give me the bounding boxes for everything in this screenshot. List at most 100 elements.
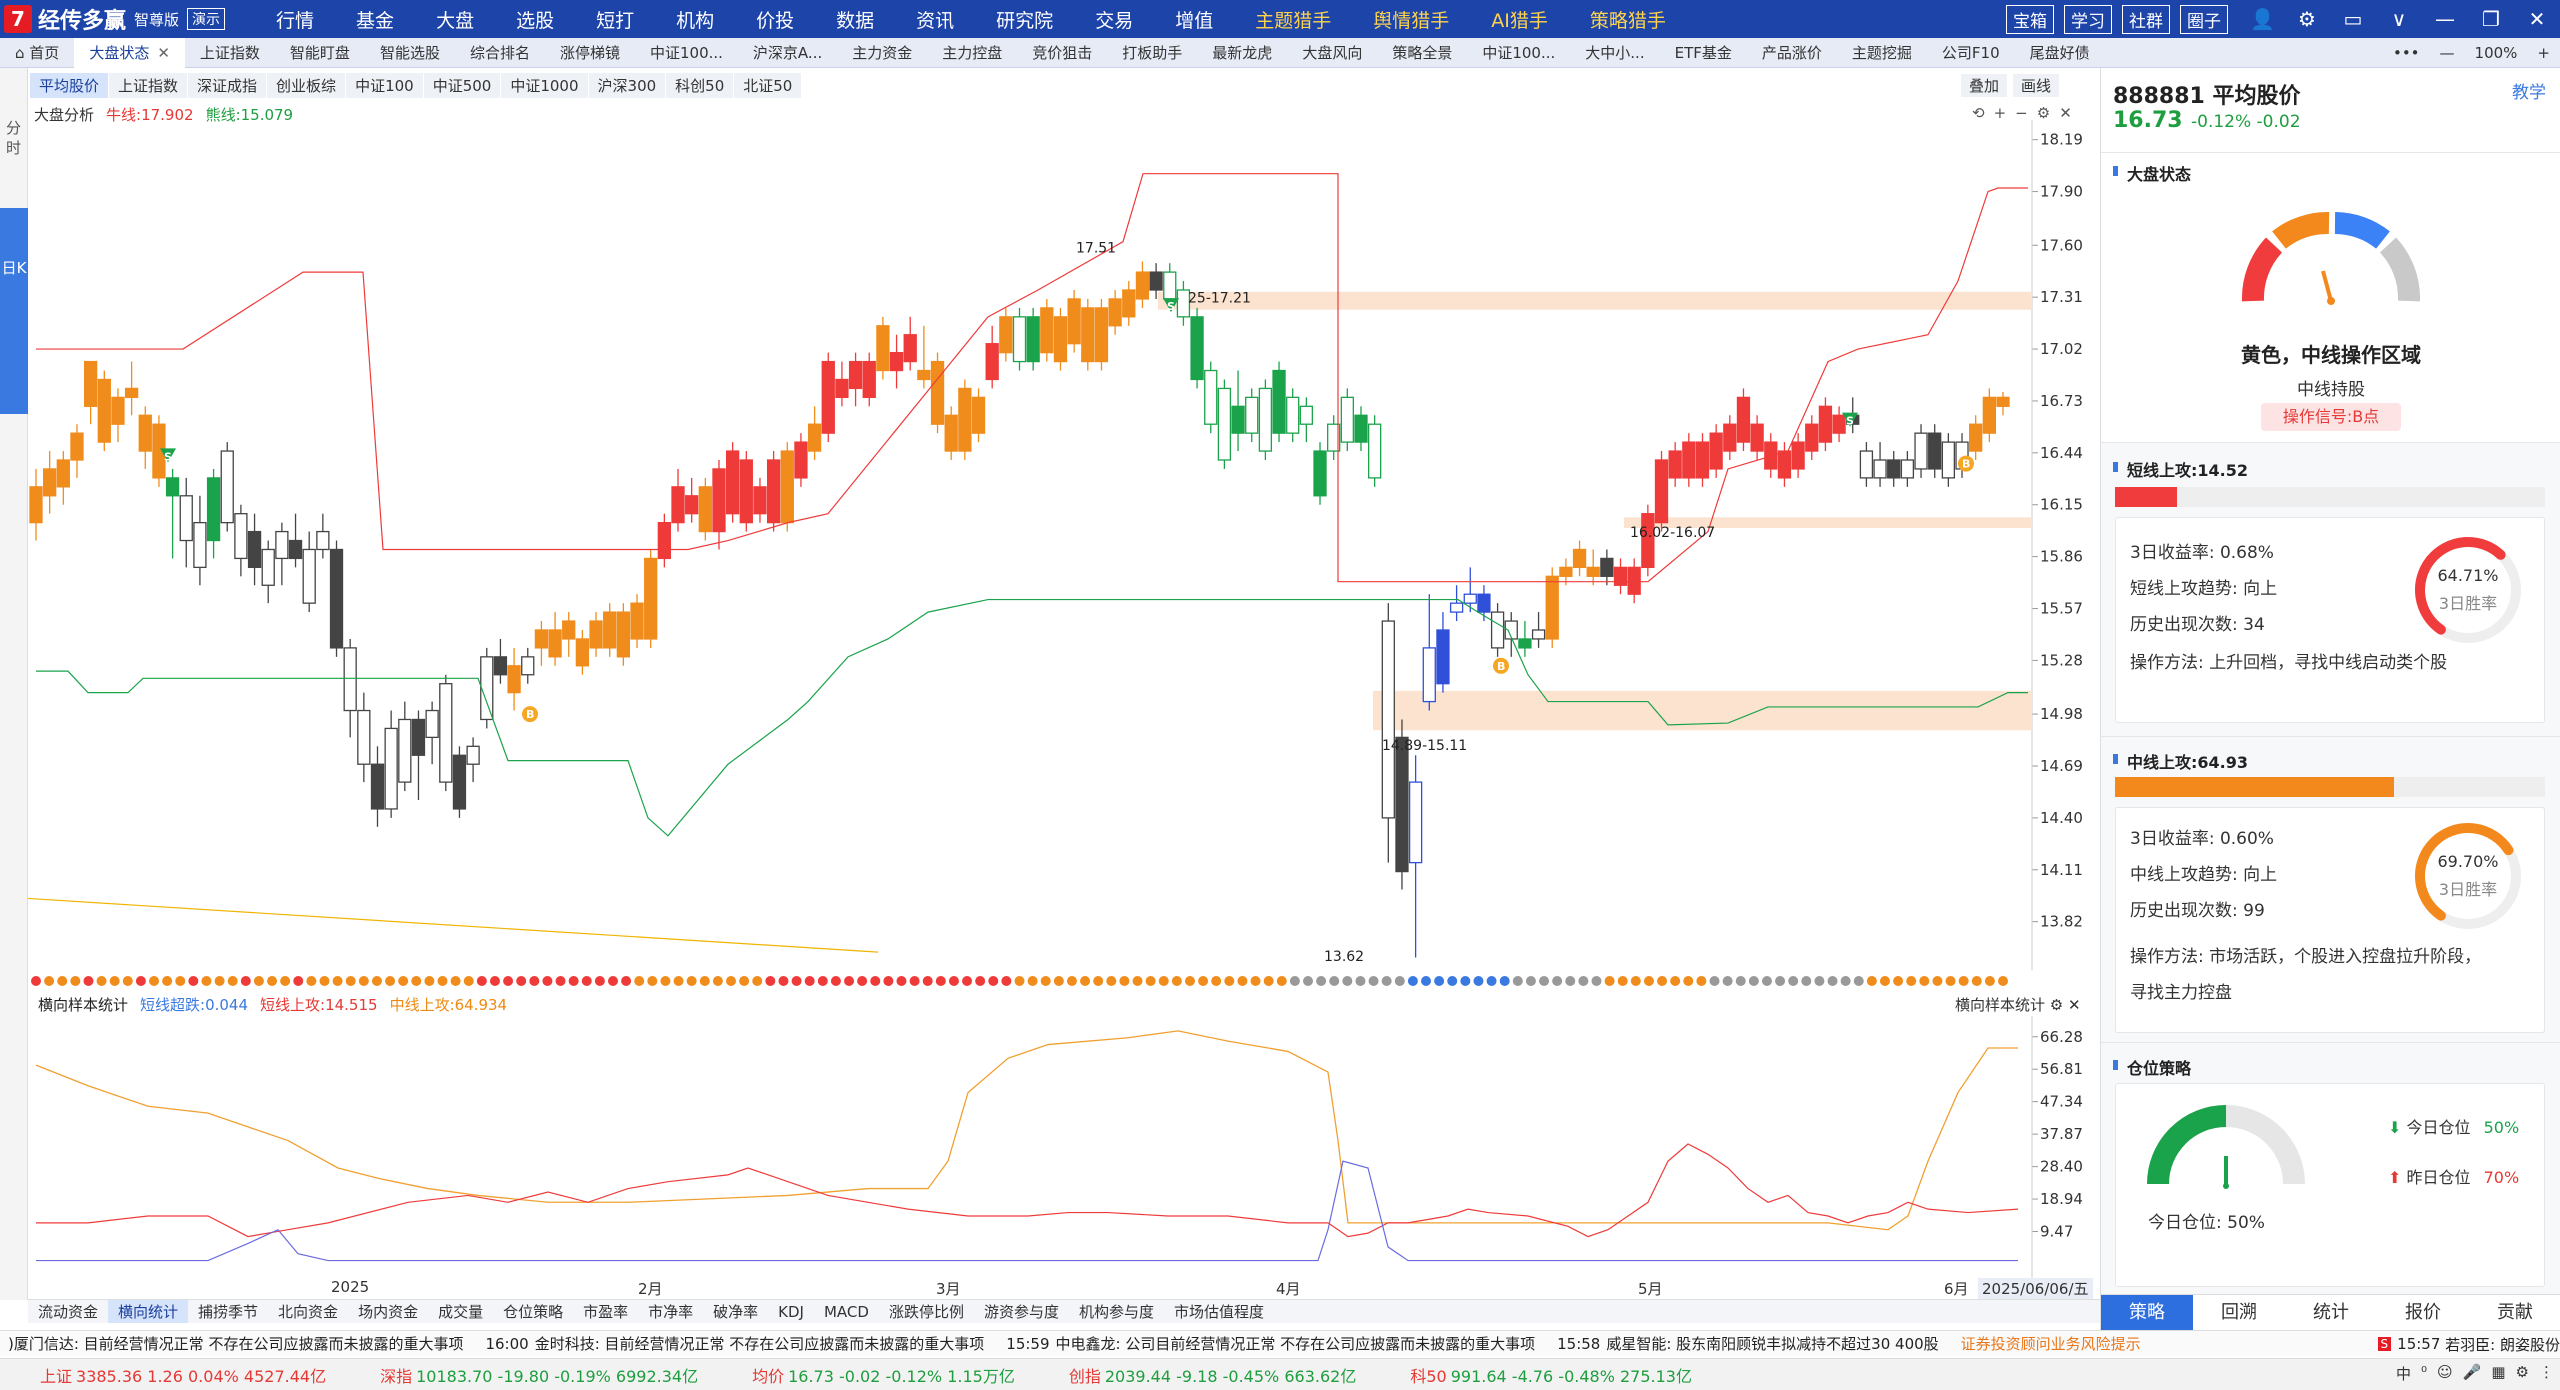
menu-item[interactable]: 增值 bbox=[1175, 6, 1213, 33]
chart-tool-button[interactable]: 叠加 bbox=[1961, 74, 2008, 97]
index-subtab[interactable]: 上证指数 bbox=[109, 72, 188, 98]
menu-item[interactable]: 数据 bbox=[836, 6, 874, 33]
top-button[interactable]: 学习 bbox=[2064, 4, 2112, 34]
menu-item[interactable]: 资讯 bbox=[916, 6, 954, 33]
menu-item[interactable]: 行情 bbox=[276, 6, 314, 33]
indicator-tab[interactable]: 市盈率 bbox=[573, 1300, 638, 1323]
indicator-tab[interactable]: MACD bbox=[814, 1300, 879, 1323]
news-item[interactable]: 16:00 金时科技: 目前经营情况正常 不存在公司应披露而未披露的重大事项 bbox=[485, 1333, 984, 1354]
user-icon[interactable]: 👤 bbox=[2250, 7, 2275, 31]
index-subtab[interactable]: 中证1000 bbox=[501, 72, 588, 98]
indicator-tab[interactable]: 北向资金 bbox=[268, 1300, 348, 1323]
window-icon[interactable]: ▭ bbox=[2342, 7, 2364, 31]
indicator-tab[interactable]: 涨跌停比例 bbox=[879, 1300, 974, 1323]
index-subtab[interactable]: 中证500 bbox=[423, 72, 501, 98]
news-item[interactable]: 15:59 中电鑫龙: 公司目前经营情况正常 不存在公司应披露而未披露的重大事项 bbox=[1006, 1333, 1535, 1354]
page-tab[interactable]: 大盘状态 ✕ bbox=[74, 37, 185, 68]
demo-badge[interactable]: 演示 bbox=[187, 8, 226, 30]
status-tool-icon[interactable]: 中 bbox=[2396, 1363, 2411, 1384]
status-tool-icon[interactable]: ☺ bbox=[2437, 1363, 2453, 1384]
top-button[interactable]: 圈子 bbox=[2180, 4, 2228, 34]
status-tool-icon[interactable]: ▦ bbox=[2491, 1363, 2505, 1384]
status-tool-icon[interactable]: 🎤 bbox=[2463, 1363, 2482, 1384]
page-tab[interactable]: 综合排名 bbox=[455, 38, 545, 68]
menu-item[interactable]: 机构 bbox=[676, 6, 714, 33]
chart-tool-button[interactable]: 画线 bbox=[2013, 74, 2060, 97]
menu-item[interactable]: 主题猎手 bbox=[1255, 6, 1331, 33]
indicator-tab[interactable]: 市场估值程度 bbox=[1164, 1300, 1274, 1323]
indicator-tab[interactable]: 游资参与度 bbox=[974, 1300, 1069, 1323]
indicator-tab[interactable]: 机构参与度 bbox=[1069, 1300, 1164, 1323]
page-tab[interactable]: 主题挖掘 bbox=[1837, 38, 1927, 68]
page-tab[interactable]: 智能盯盘 bbox=[275, 38, 365, 68]
news-item[interactable]: )厦门信达: 目前经营情况正常 不存在公司应披露而未披露的重大事项 bbox=[8, 1333, 463, 1354]
chevron-down-icon[interactable]: ∨ bbox=[2388, 7, 2410, 31]
page-tab[interactable]: 竞价狙击 bbox=[1017, 38, 1107, 68]
panel-tab[interactable]: 策略 bbox=[2101, 1295, 2193, 1330]
panel-tab[interactable]: 贡献 bbox=[2469, 1295, 2560, 1330]
index-subtab[interactable]: 中证100 bbox=[346, 72, 423, 98]
panel-tab[interactable]: 报价 bbox=[2377, 1295, 2469, 1330]
candlestick-chart[interactable]: 18.19 17.90 17.60 17.31 17.02 16.73 16.44 16.15… bbox=[28, 120, 2100, 970]
index-subtab[interactable]: 创业板综 bbox=[267, 72, 346, 98]
close-icon[interactable]: ✕ bbox=[2526, 7, 2548, 31]
indicator-tab[interactable]: 流动资金 bbox=[28, 1300, 108, 1323]
zoom-in-button[interactable]: + bbox=[2537, 44, 2550, 62]
page-tab[interactable]: 大盘风向 bbox=[1287, 38, 1377, 68]
index-quote[interactable]: 均价 16.73 -0.02 -0.12% 1.15万亿 bbox=[752, 1363, 1015, 1387]
panel-tab[interactable]: 统计 bbox=[2285, 1295, 2377, 1330]
indicator-tab[interactable]: 仓位策略 bbox=[493, 1300, 573, 1323]
page-tab[interactable]: 中证100... bbox=[635, 38, 738, 68]
news-item[interactable]: 15:58 威星智能: 股东南阳顾锐丰拟减持不超过30 400股 bbox=[1557, 1333, 1939, 1354]
indicator-tab[interactable]: 市净率 bbox=[638, 1300, 703, 1323]
index-subtab[interactable]: 深证成指 bbox=[188, 72, 267, 98]
page-tab[interactable]: 上证指数 bbox=[185, 38, 275, 68]
teach-link[interactable]: 教学 bbox=[2512, 78, 2546, 103]
page-tab[interactable]: 策略全景 bbox=[1377, 38, 1467, 68]
news-text[interactable]: 若羽臣: 朗姿股份 bbox=[2445, 1334, 2560, 1355]
panel-tab[interactable]: 回溯 bbox=[2193, 1295, 2285, 1330]
page-tab[interactable]: 中证100... bbox=[1467, 38, 1570, 68]
page-tab[interactable]: 智能选股 bbox=[365, 38, 455, 68]
zoom-out-button[interactable]: — bbox=[2440, 44, 2455, 62]
menu-item[interactable]: 选股 bbox=[516, 6, 554, 33]
menu-item[interactable]: 交易 bbox=[1095, 6, 1133, 33]
page-tab[interactable]: 打板助手 bbox=[1107, 38, 1197, 68]
menu-item[interactable]: 舆情猎手 bbox=[1373, 6, 1449, 33]
daily-k-button[interactable]: 日K bbox=[0, 208, 28, 414]
index-subtab[interactable]: 北证50 bbox=[734, 72, 802, 98]
page-tab[interactable]: 公司F10 bbox=[1927, 38, 2015, 68]
page-tab[interactable]: 大中小... bbox=[1570, 38, 1659, 68]
fenshi-button[interactable]: 分时 bbox=[6, 118, 22, 158]
status-tool-icon[interactable]: ⋮ bbox=[2539, 1363, 2554, 1384]
page-tab[interactable]: 尾盘好债 bbox=[2015, 38, 2105, 68]
indicator-tab[interactable]: 捕捞季节 bbox=[188, 1300, 268, 1323]
close-icon[interactable]: ✕ bbox=[157, 44, 170, 62]
index-quote[interactable]: 上证 3385.36 1.26 0.04% 4527.44亿 bbox=[40, 1363, 326, 1387]
page-tab[interactable]: 涨停梯镜 bbox=[545, 38, 635, 68]
menu-item[interactable]: AI猎手 bbox=[1491, 6, 1548, 33]
indicator-tab[interactable]: 场内资金 bbox=[348, 1300, 428, 1323]
index-subtab[interactable]: 沪深300 bbox=[588, 72, 666, 98]
news-right[interactable]: S 15:57 若羽臣: 朗姿股份 bbox=[2377, 1331, 2560, 1357]
indicator-tab[interactable]: 横向统计 bbox=[108, 1300, 189, 1323]
menu-item[interactable]: 基金 bbox=[356, 6, 394, 33]
index-quote[interactable]: 深指 10183.70 -19.80 -0.19% 6992.34亿 bbox=[380, 1363, 698, 1387]
indicator-tab[interactable]: 成交量 bbox=[428, 1300, 493, 1323]
menu-item[interactable]: 策略猎手 bbox=[1590, 6, 1666, 33]
gear-icon[interactable]: ⚙ bbox=[2296, 7, 2318, 31]
top-button[interactable]: 社群 bbox=[2122, 4, 2170, 34]
status-tool-icon[interactable]: ⁰ bbox=[2421, 1363, 2427, 1384]
indicator-chart[interactable]: 66.28 56.81 47.34 37.87 28.40 18.94 9.47 bbox=[28, 1016, 2100, 1278]
menu-item[interactable]: 短打 bbox=[596, 6, 634, 33]
page-tab[interactable]: 主力资金 bbox=[837, 38, 927, 68]
index-subtab[interactable]: 平均股价 bbox=[30, 72, 109, 98]
page-tab[interactable]: 主力控盘 bbox=[927, 38, 1017, 68]
index-quote[interactable]: 科50 991.64 -4.76 -0.48% 275.13亿 bbox=[1410, 1363, 1692, 1387]
page-tab[interactable]: ⌂ 首页 bbox=[0, 38, 74, 68]
more-tabs-button[interactable]: ••• bbox=[2393, 44, 2420, 62]
news-ticker[interactable]: )厦门信达: 目前经营情况正常 不存在公司应披露而未披露的重大事项 16:00 金时… bbox=[0, 1330, 2560, 1357]
menu-item[interactable]: 大盘 bbox=[436, 6, 474, 33]
index-subtab[interactable]: 科创50 bbox=[666, 72, 734, 98]
page-tab[interactable]: ETF基金 bbox=[1660, 38, 1747, 68]
